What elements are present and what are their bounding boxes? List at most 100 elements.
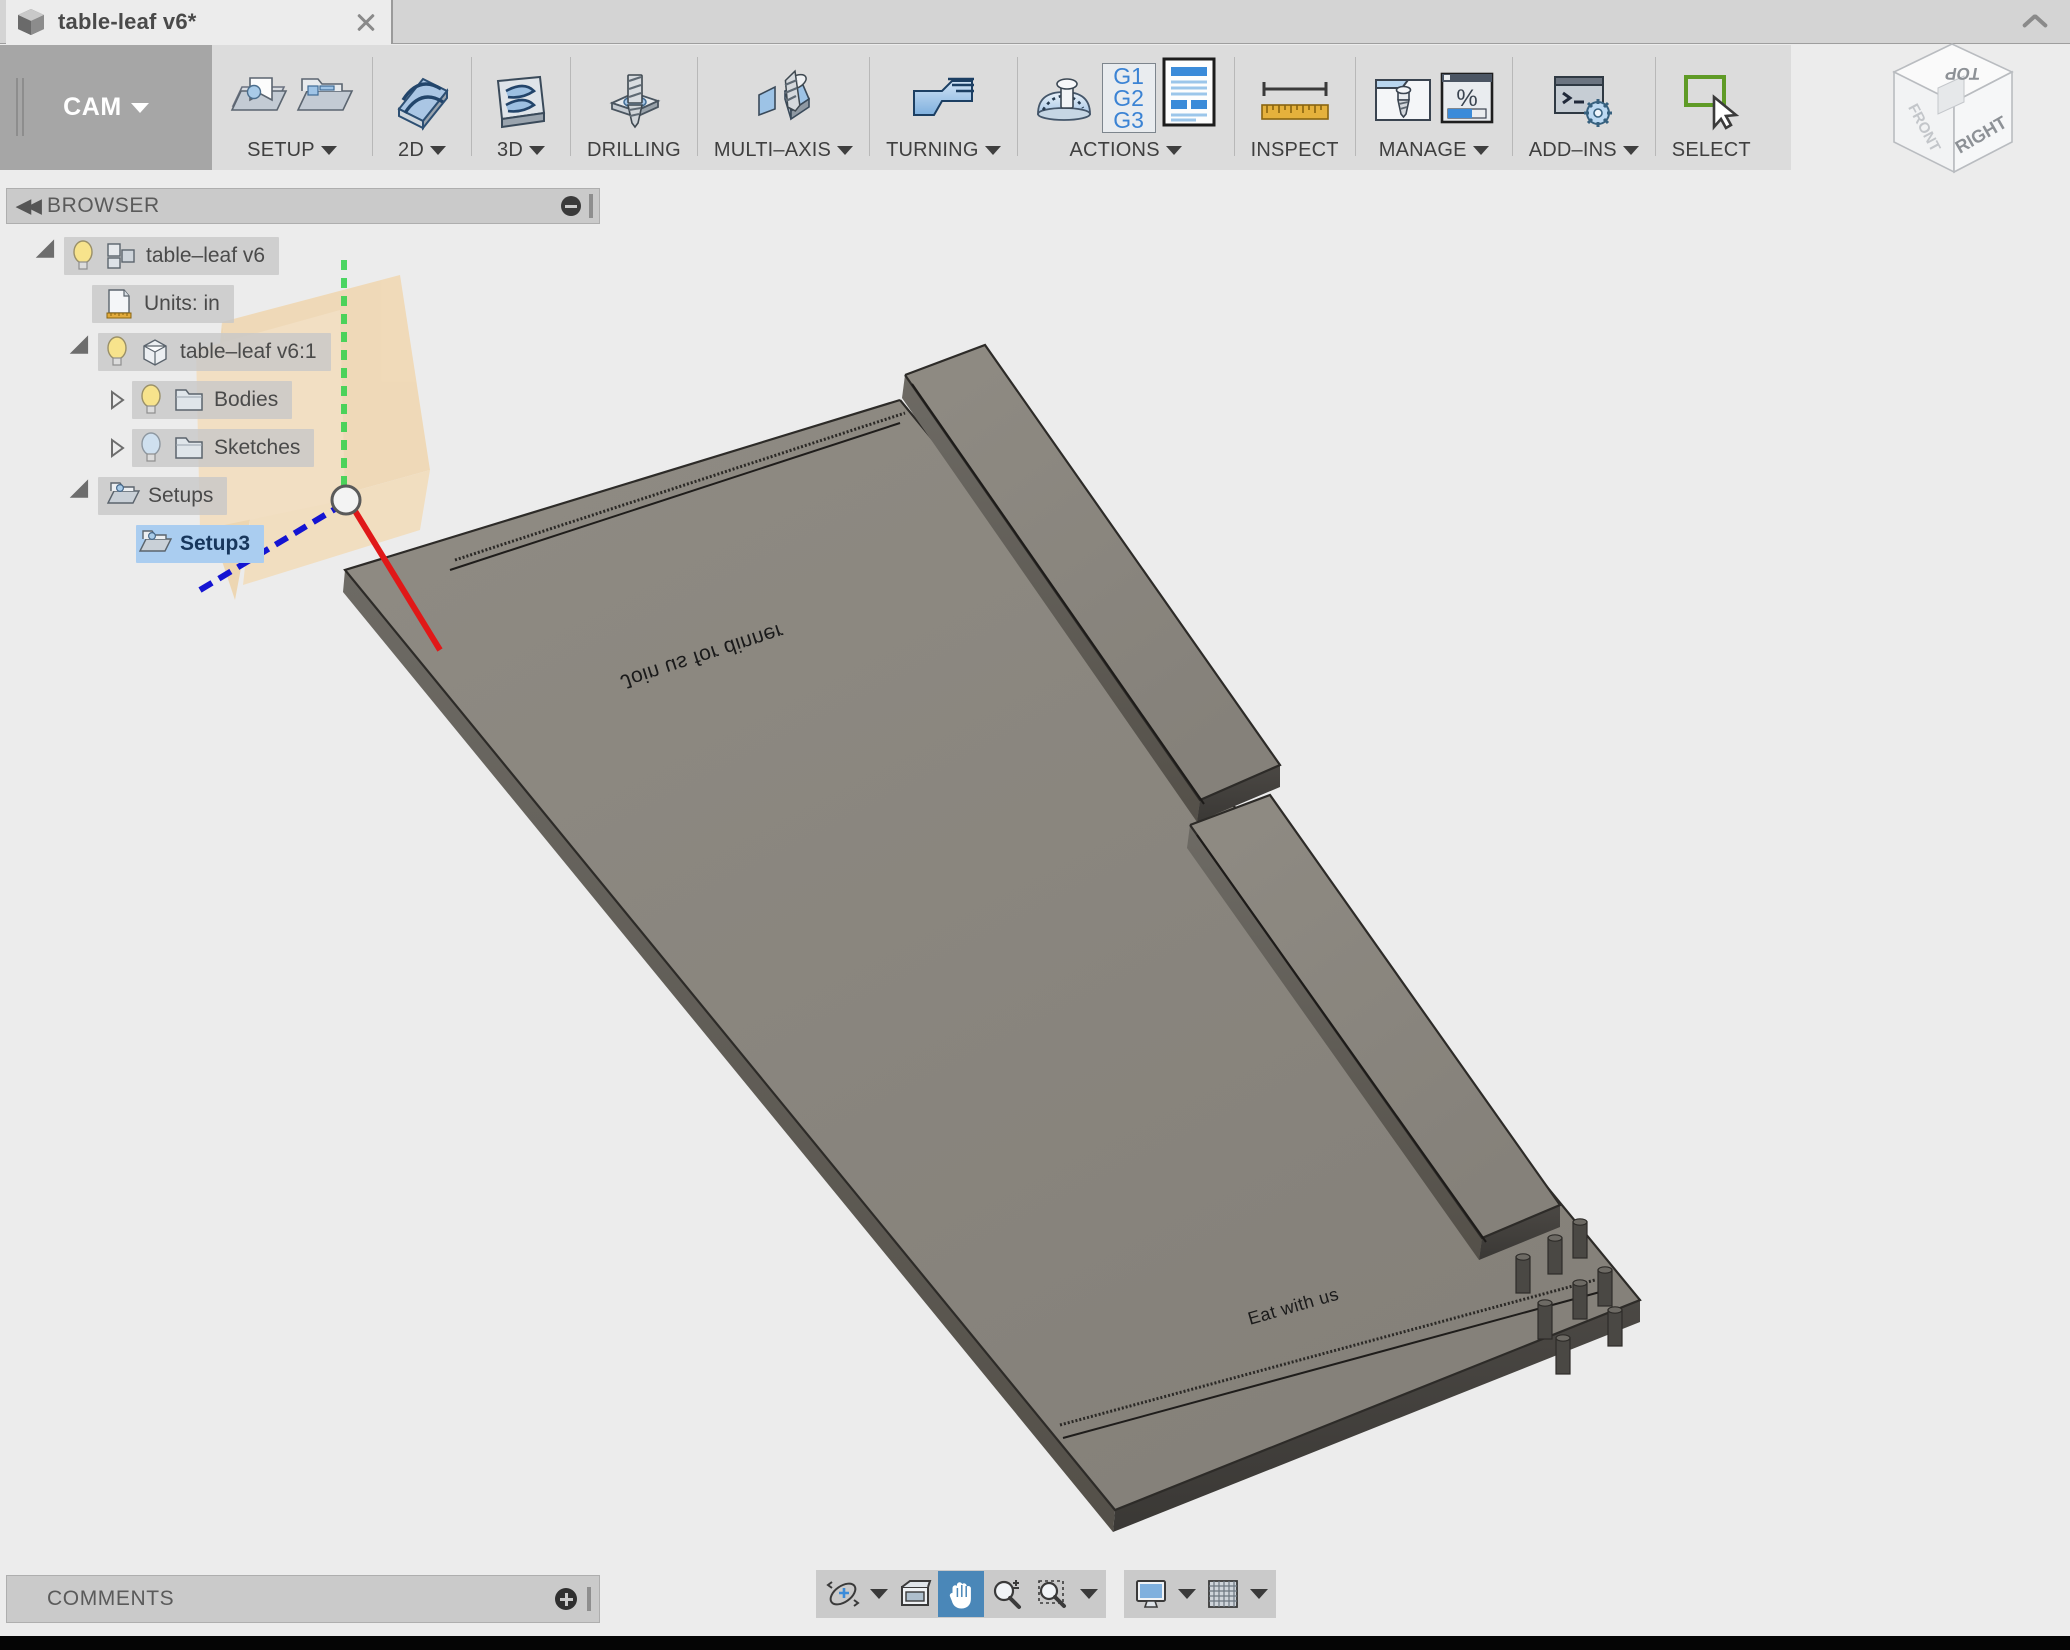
view-cube[interactable]: TOP RIGHT FRONT — [1852, 10, 2052, 200]
visibility-bulb-icon[interactable] — [136, 383, 166, 417]
panel-label-actions: ACTIONS — [1069, 139, 1160, 161]
tree-row-sketches[interactable]: Sketches — [6, 424, 600, 472]
panel-drilling: DRILLING — [571, 45, 697, 170]
simulate-icon[interactable] — [1034, 70, 1098, 133]
setup-folder-icon — [106, 479, 141, 513]
tree-label: Setup3 — [180, 532, 251, 555]
tree-row-bodies[interactable]: Bodies — [6, 376, 600, 424]
script-addin-icon — [1549, 67, 1619, 133]
manage-group[interactable]: % MANAGE — [1356, 57, 1512, 170]
chevron-down-icon — [528, 146, 545, 156]
tree-label: table–leaf v6 — [146, 244, 266, 267]
multi-axis-icon — [745, 67, 821, 133]
tree-row-setup3[interactable]: Setup3 — [6, 520, 600, 568]
select-group[interactable]: SELECT — [1656, 57, 1767, 170]
panel-actions: G1 G2 G3 ACTIONS — [1017, 45, 1234, 170]
tree-row-table-leaf-v6-1[interactable]: table–leaf v6:1 — [6, 328, 600, 376]
chevron-down-icon — [837, 146, 854, 156]
post-process-icon[interactable]: G1 G2 G3 — [1101, 63, 1156, 133]
drilling-group[interactable]: DRILLING — [571, 57, 697, 170]
panel-label-drilling: DRILLING — [587, 139, 681, 161]
new-setup-icon[interactable] — [228, 70, 290, 133]
look-at-icon[interactable] — [892, 1571, 938, 1617]
display-dropdown-chevron-down-icon[interactable] — [1174, 1571, 1200, 1617]
zoom-dropdown-chevron-down-icon[interactable] — [1076, 1571, 1102, 1617]
pan-hand-icon[interactable] — [938, 1571, 984, 1617]
orbit-icon[interactable] — [820, 1571, 866, 1617]
close-icon[interactable] — [351, 7, 381, 37]
tool-library-icon[interactable] — [1372, 70, 1434, 133]
expander-down-icon[interactable] — [68, 328, 98, 376]
2d-toolpath-icon — [389, 67, 455, 133]
expander-right-icon[interactable] — [102, 376, 132, 424]
tree-label: Sketches — [214, 436, 301, 459]
grip-icon — [589, 194, 593, 218]
workspace-label: CAM — [63, 93, 122, 121]
folder-icon — [172, 383, 206, 417]
workspace-selector[interactable]: CAM — [0, 45, 212, 170]
ribbon-toolbar: CAM SETUP 2D 3D DRILLING MULTI–AXIS TURN… — [0, 45, 2070, 170]
orbit-dropdown-chevron-down-icon[interactable] — [866, 1571, 892, 1617]
tree-label: Units: in — [144, 292, 220, 315]
comments-panel[interactable]: COMMENTS — [6, 1575, 600, 1623]
2d-group[interactable]: 2D — [373, 57, 471, 170]
panel-inspect: INSPECT — [1234, 45, 1355, 170]
navigation-bar — [816, 1570, 1276, 1618]
zoom-window-icon[interactable] — [1030, 1571, 1076, 1617]
tree-label: Setups — [148, 484, 214, 507]
tree-row-setups[interactable]: Setups — [6, 472, 600, 520]
monitor-icon[interactable] — [1128, 1571, 1174, 1617]
panel-add-ins: ADD–INS — [1512, 45, 1655, 170]
svg-text:%: % — [1456, 85, 1477, 112]
expander-down-icon[interactable] — [34, 232, 64, 280]
folder-icon — [172, 431, 206, 465]
chevron-down-icon — [1165, 146, 1182, 156]
visibility-bulb-icon[interactable] — [136, 431, 166, 465]
comments-title: COMMENTS — [47, 1587, 175, 1610]
grid-dropdown-chevron-down-icon[interactable] — [1246, 1571, 1272, 1617]
table-leaf-main-panel[interactable] — [343, 398, 1642, 1532]
grip-icon — [16, 78, 26, 136]
units-icon — [102, 287, 136, 321]
minimize-icon[interactable] — [561, 196, 581, 216]
visibility-bulb-icon[interactable] — [68, 239, 98, 273]
add-comment-icon[interactable] — [555, 1588, 577, 1610]
viewcube-top-label: TOP — [1944, 64, 1982, 84]
bottom-black-bar — [0, 1636, 2070, 1650]
panel-turning: TURNING — [870, 45, 1017, 170]
inspect-group[interactable]: INSPECT — [1235, 57, 1355, 170]
grid-icon[interactable] — [1200, 1571, 1246, 1617]
chevron-down-icon — [130, 102, 149, 113]
browser-title: BROWSER — [47, 194, 160, 217]
zoom-in-icon[interactable] — [984, 1571, 1030, 1617]
expander-right-icon[interactable] — [102, 424, 132, 472]
component-icon — [138, 335, 172, 369]
browser-header: ◀◀ BROWSER — [6, 188, 600, 224]
document-tab[interactable]: table-leaf v6* — [6, 0, 393, 44]
machining-time-icon[interactable]: % — [1438, 68, 1496, 133]
navigation-group-display — [1124, 1570, 1276, 1618]
collapse-left-icon[interactable]: ◀◀ — [7, 189, 47, 223]
panel-label-manage: MANAGE — [1378, 139, 1467, 161]
visibility-bulb-icon[interactable] — [102, 335, 132, 369]
panel-label-2d: 2D — [398, 139, 424, 161]
grip-icon — [587, 1587, 591, 1611]
chevron-down-icon — [1472, 146, 1489, 156]
multi-axis-group[interactable]: MULTI–AXIS — [698, 57, 869, 170]
gcode-line: G2 — [1113, 85, 1144, 111]
actions-group[interactable]: G1 G2 G3 ACTIONS — [1018, 57, 1234, 170]
tree-row-table-leaf-v6[interactable]: table–leaf v6 — [6, 232, 600, 280]
chevron-down-icon — [320, 146, 337, 156]
turning-group[interactable]: TURNING — [870, 57, 1017, 170]
setup-group[interactable]: SETUP — [212, 57, 372, 170]
3d-toolpath-icon — [488, 67, 554, 133]
3d-group[interactable]: 3D — [472, 57, 570, 170]
tree-row-units[interactable]: Units: in — [6, 280, 600, 328]
panel-label-select: SELECT — [1671, 139, 1751, 161]
add-ins-group[interactable]: ADD–INS — [1513, 57, 1655, 170]
setup-sheet-icon[interactable] — [1160, 56, 1218, 133]
expander-down-icon[interactable] — [68, 472, 98, 520]
navigation-group-view — [816, 1570, 1106, 1618]
folder-setup-icon[interactable] — [294, 70, 356, 133]
tree-label: table–leaf v6:1 — [180, 340, 317, 363]
